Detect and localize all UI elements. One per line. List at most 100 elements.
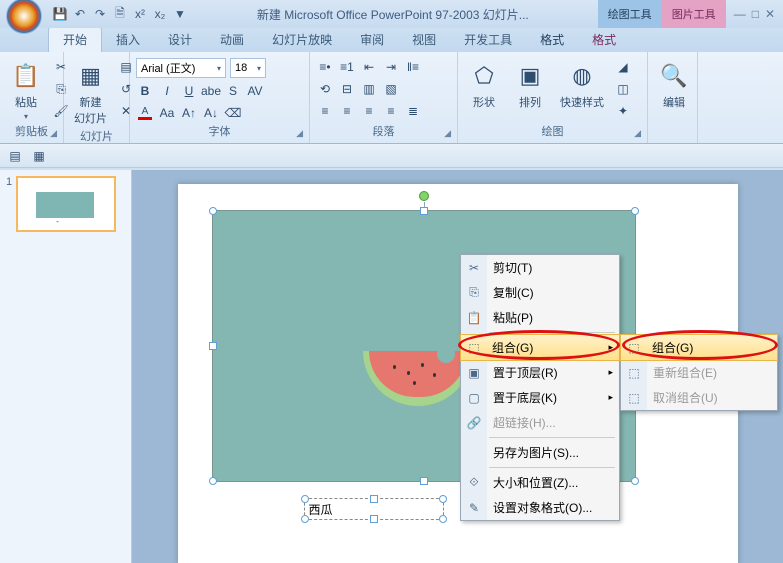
tb-handle-se[interactable] <box>439 515 447 523</box>
slides-label: 幻灯片 <box>70 128 123 146</box>
italic-button[interactable]: I <box>158 82 176 100</box>
font-name-value: Arial (正文) <box>141 60 195 76</box>
menu-save-as-pic[interactable]: 另存为图片(S)... <box>461 440 619 465</box>
tb-handle-ne[interactable] <box>439 495 447 503</box>
resize-handle-sw[interactable] <box>209 477 217 485</box>
menu-send-back[interactable]: ▢置于底层(K)▸ <box>461 385 619 410</box>
save-icon[interactable]: 💾 <box>52 6 68 22</box>
group-font: Arial (正文)▾ 18▾ B I U abe S AV A Aa A↑ A… <box>130 52 310 143</box>
back-icon: ▢ <box>465 391 483 405</box>
new-slide-button[interactable]: ▦ 新建 幻灯片 <box>70 58 111 128</box>
subscript-icon[interactable]: x₂ <box>152 6 168 22</box>
regroup-icon: ⬚ <box>625 366 643 380</box>
numbering-button[interactable]: ≡1 <box>338 58 356 76</box>
justify-button[interactable]: ≡ <box>382 102 400 120</box>
distribute-button[interactable]: ≣ <box>404 102 422 120</box>
paste-button[interactable]: 📋 粘贴 ▾ <box>6 58 46 123</box>
menu-cut[interactable]: ✂剪切(T) <box>461 255 619 280</box>
qat-more-icon[interactable]: ▼ <box>172 6 188 22</box>
find-icon: 🔍 <box>658 60 690 92</box>
slides-view-icon[interactable]: ▦ <box>30 147 48 165</box>
underline-button[interactable]: U <box>180 82 198 100</box>
paste-icon: 📋 <box>10 60 42 92</box>
font-color-button[interactable]: A <box>136 104 154 122</box>
outline-view-icon[interactable]: ▤ <box>6 147 24 165</box>
resize-handle-n[interactable] <box>420 207 428 215</box>
tab-anim[interactable]: 动画 <box>206 27 258 52</box>
redo-icon[interactable]: ↷ <box>92 6 108 22</box>
window-title: 新建 Microsoft Office PowerPoint 97-2003 幻… <box>188 6 598 23</box>
font-name-select[interactable]: Arial (正文)▾ <box>136 58 226 78</box>
strikethrough-button[interactable]: abe <box>202 82 220 100</box>
menu-group[interactable]: ⬚组合(G)▸ <box>460 334 620 361</box>
rotate-handle[interactable] <box>419 191 429 201</box>
resize-handle-w[interactable] <box>209 342 217 350</box>
caption-textbox[interactable]: 西瓜 <box>304 498 444 520</box>
menu-format-obj[interactable]: ✎设置对象格式(O)... <box>461 495 619 520</box>
align-left-button[interactable]: ≡ <box>316 102 334 120</box>
shapes-button[interactable]: ⬠形状 <box>464 58 504 112</box>
align-right-button[interactable]: ≡ <box>360 102 378 120</box>
slide-thumbnail[interactable]: - <box>16 176 116 232</box>
clear-format-button[interactable]: ⌫ <box>224 104 242 122</box>
tab-insert[interactable]: 插入 <box>102 27 154 52</box>
tab-format-picture[interactable]: 格式 <box>578 27 630 52</box>
tab-design[interactable]: 设计 <box>154 27 206 52</box>
tab-review[interactable]: 审阅 <box>346 27 398 52</box>
align-center-button[interactable]: ≡ <box>338 102 356 120</box>
format-icon: ✎ <box>465 501 483 515</box>
quickstyles-button[interactable]: ◍快速样式 <box>556 58 608 112</box>
maximize-button[interactable]: □ <box>752 7 759 21</box>
submenu-group[interactable]: ⬚组合(G) <box>620 334 778 361</box>
text-direction-button[interactable]: ⟲ <box>316 80 334 98</box>
bold-button[interactable]: B <box>136 82 154 100</box>
title-bar: 💾 ↶ ↷ 🗎 x² x₂ ▼ 新建 Microsoft Office Powe… <box>0 0 783 28</box>
resize-handle-se[interactable] <box>631 477 639 485</box>
line-spacing-button[interactable]: ‖≡ <box>404 58 422 76</box>
undo-icon[interactable]: ↶ <box>72 6 88 22</box>
arrange-button[interactable]: ▣排列 <box>510 58 550 112</box>
menu-paste[interactable]: 📋粘贴(P) <box>461 305 619 330</box>
link-icon: 🔗 <box>465 416 483 430</box>
menu-bring-front[interactable]: ▣置于顶层(R)▸ <box>461 360 619 385</box>
tab-view[interactable]: 视图 <box>398 27 450 52</box>
menu-size-pos[interactable]: ⟐大小和位置(Z)... <box>461 470 619 495</box>
drawing-tools-tab[interactable]: 绘图工具 <box>598 0 662 28</box>
change-case-button[interactable]: Aa <box>158 104 176 122</box>
resize-handle-ne[interactable] <box>631 207 639 215</box>
indent-dec-button[interactable]: ⇤ <box>360 58 378 76</box>
tb-handle-sw[interactable] <box>301 515 309 523</box>
shrink-font-button[interactable]: A↓ <box>202 104 220 122</box>
align-text-button[interactable]: ⊟ <box>338 80 356 98</box>
close-button[interactable]: ✕ <box>765 7 775 21</box>
tab-home[interactable]: 开始 <box>48 26 102 52</box>
grow-font-button[interactable]: A↑ <box>180 104 198 122</box>
paragraph-label: 段落 <box>373 126 395 138</box>
shadow-button[interactable]: S <box>224 82 242 100</box>
editing-button[interactable]: 🔍编辑 <box>654 58 694 112</box>
shape-fill-button[interactable]: ◢ <box>614 58 632 76</box>
char-spacing-button[interactable]: AV <box>246 82 264 100</box>
shape-effects-button[interactable]: ✦ <box>614 102 632 120</box>
slide-number: 1 <box>6 176 12 232</box>
minimize-button[interactable]: — <box>734 7 746 21</box>
tb-handle-nw[interactable] <box>301 495 309 503</box>
shape-outline-button[interactable]: ◫ <box>614 80 632 98</box>
superscript-icon[interactable]: x² <box>132 6 148 22</box>
menu-copy[interactable]: ⎘复制(C) <box>461 280 619 305</box>
resize-handle-nw[interactable] <box>209 207 217 215</box>
resize-handle-s[interactable] <box>420 477 428 485</box>
tab-format-drawing[interactable]: 格式 <box>526 27 578 52</box>
columns-button[interactable]: ▥ <box>360 80 378 98</box>
font-size-select[interactable]: 18▾ <box>230 58 266 78</box>
tb-handle-s[interactable] <box>370 515 378 523</box>
tab-dev[interactable]: 开发工具 <box>450 27 526 52</box>
indent-inc-button[interactable]: ⇥ <box>382 58 400 76</box>
group-drawing: ⬠形状 ▣排列 ◍快速样式 ◢ ◫ ✦ 绘图◢ <box>458 52 648 143</box>
print-icon[interactable]: 🗎 <box>112 6 128 22</box>
picture-tools-tab[interactable]: 图片工具 <box>662 0 726 28</box>
tab-slideshow[interactable]: 幻灯片放映 <box>258 27 346 52</box>
bullets-button[interactable]: ≡• <box>316 58 334 76</box>
tb-handle-n[interactable] <box>370 495 378 503</box>
convert-smartart-button[interactable]: ▧ <box>382 80 400 98</box>
